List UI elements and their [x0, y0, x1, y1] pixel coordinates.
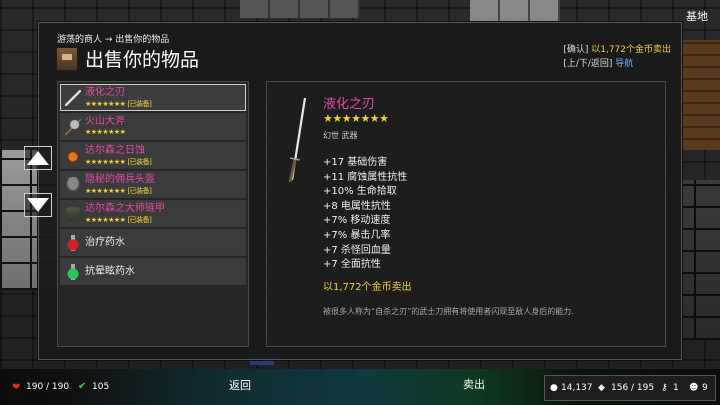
key-value: 1: [673, 383, 679, 393]
bottom-bar: ❤ 190 / 190 ✔ 105 返回 卖出 ● 14,137 ◆ 156 /…: [0, 369, 720, 405]
breadcrumb: 游荡的商人 → 出售你的物品: [57, 35, 170, 45]
controls-hint: [确认] 以1,772个金币卖出 [上/下/返回] 导航: [563, 43, 671, 71]
equipped-tag: [已装备]: [127, 158, 152, 166]
sell-button[interactable]: 卖出: [424, 376, 524, 392]
arrow-up-icon: [27, 151, 49, 165]
page-title: 出售你的物品: [85, 49, 200, 71]
item-name: 隐秘的佣兵头盔: [85, 174, 155, 185]
item-name: 治疗药水: [85, 237, 125, 248]
item-name: 达尔森之大师链甲: [85, 203, 165, 214]
stat-line: +7% 暴击几率: [323, 229, 391, 241]
stat-line: +7 杀怪回血量: [323, 244, 391, 256]
arrow-down-icon: [27, 198, 49, 212]
stat-line: +7 全面抗性: [323, 259, 381, 271]
gold-icon: ●: [550, 383, 558, 393]
stat-line: +17 基础伤害: [323, 157, 388, 168]
currency-panel: ● 14,137 ◆ 156 / 195 ⚷ 1 ☻ 9: [544, 375, 716, 401]
equipped-tag: [已装备]: [127, 216, 152, 224]
list-item-mercenary-helmet[interactable]: 隐秘的佣兵头盔 ★★★★★★★ [已装备]: [60, 171, 246, 198]
item-name: 抗晕眩药水: [85, 266, 135, 277]
axe-icon: [65, 119, 81, 135]
nav-text: 导航: [615, 59, 634, 69]
item-stars: ★★★★★★★ [已装备]: [85, 99, 152, 109]
list-item-anti-stun-potion[interactable]: 抗晕眩药水: [60, 258, 246, 285]
list-item-master-chainmail[interactable]: 达尔森之大师链甲 ★★★★★★★ [已装备]: [60, 200, 246, 227]
stat-line: +7% 移动速度: [323, 215, 391, 227]
inventory-list: 液化之刃 ★★★★★★★ [已装备] 火山大斧 ★★★★★★★ 达尔森之日蚀 ★★…: [57, 81, 249, 347]
nav-keys: [上/下/返回]: [563, 59, 613, 69]
gold-value: 14,137: [561, 383, 593, 393]
cat-value: 9: [702, 383, 708, 393]
confirm-key: [确认]: [563, 45, 589, 55]
item-name: 火山大斧: [85, 116, 125, 127]
stars-icon: ★★★★★★★: [85, 128, 126, 136]
detail-stars: ★★★★★★★: [323, 112, 389, 125]
item-detail-pane: 液化之刃 ★★★★★★★ 幻世 武器 +17 基础伤害 +11 腐蚀属性抗性 +…: [266, 81, 666, 347]
confirm-text: 以1,772个金币卖出: [591, 45, 671, 55]
stone-wall-top-right: [470, 0, 560, 22]
detail-item-name: 液化之刃: [323, 97, 376, 112]
item-description: 被很多人称为“自杀之刃”的武士刀拥有将使用者闪现至敌人身后的能力.: [323, 307, 574, 316]
merchant-icon: [56, 47, 78, 71]
stars-icon: ★★★★★★★: [85, 100, 126, 108]
scroll-down-button[interactable]: [24, 193, 52, 217]
gem-value: 156 / 195: [611, 383, 655, 393]
location-label: 基地: [686, 10, 708, 23]
item-stars: ★★★★★★★ [已装备]: [85, 186, 152, 196]
gem-icon: ◆: [598, 383, 605, 393]
stars-icon: ★★★★★★★: [85, 158, 126, 166]
list-item-healing-potion[interactable]: 治疗药水: [60, 229, 246, 256]
item-stars: ★★★★★★★: [85, 128, 126, 136]
equipped-tag: [已装备]: [127, 100, 152, 108]
stone-wall-top: [240, 0, 360, 18]
stat-line: +11 腐蚀属性抗性: [323, 171, 408, 183]
health-value: 190 / 190: [26, 382, 70, 392]
katana-icon: [288, 97, 307, 183]
item-stars: ★★★★★★★ [已装备]: [85, 157, 152, 167]
stars-icon: ★★★★★★★: [85, 216, 126, 224]
list-item-darsen-eclipse[interactable]: 达尔森之日蚀 ★★★★★★★ [已装备]: [60, 142, 246, 169]
sell-price: 以1,772个金币卖出: [323, 282, 412, 293]
cat-icon: ☻: [689, 383, 699, 393]
list-item-liquid-blade[interactable]: 液化之刃 ★★★★★★★ [已装备]: [60, 84, 246, 111]
stars-icon: ★★★★★★★: [85, 187, 126, 195]
item-name: 液化之刃: [85, 87, 125, 98]
blade-icon: [65, 90, 81, 106]
amulet-icon: [65, 148, 81, 164]
stat-line: +8 电属性抗性: [323, 200, 391, 212]
red-potion-icon: [65, 235, 81, 251]
equipped-tag: [已装备]: [127, 187, 152, 195]
stat-list: +17 基础伤害 +11 腐蚀属性抗性 +10% 生命拾取 +8 电属性抗性 +…: [323, 156, 407, 273]
key-icon: ⚷: [661, 383, 668, 393]
back-button[interactable]: 返回: [210, 377, 270, 393]
stamina-value: 105: [92, 382, 110, 392]
helmet-icon: [65, 177, 81, 193]
list-item-volcano-axe[interactable]: 火山大斧 ★★★★★★★: [60, 113, 246, 140]
heart-icon: ❤: [12, 382, 21, 393]
item-stars: ★★★★★★★ [已装备]: [85, 215, 152, 225]
scroll-up-button[interactable]: [24, 146, 52, 170]
sell-panel: 游荡的商人 → 出售你的物品 出售你的物品 [确认] 以1,772个金币卖出 […: [38, 22, 682, 360]
armor-icon: [66, 207, 80, 221]
stat-line: +10% 生命拾取: [323, 186, 397, 198]
stamina-icon: ✔: [78, 381, 87, 392]
item-name: 达尔森之日蚀: [85, 145, 145, 156]
detail-item-type: 幻世 武器: [323, 131, 358, 140]
green-potion-icon: [65, 264, 81, 280]
